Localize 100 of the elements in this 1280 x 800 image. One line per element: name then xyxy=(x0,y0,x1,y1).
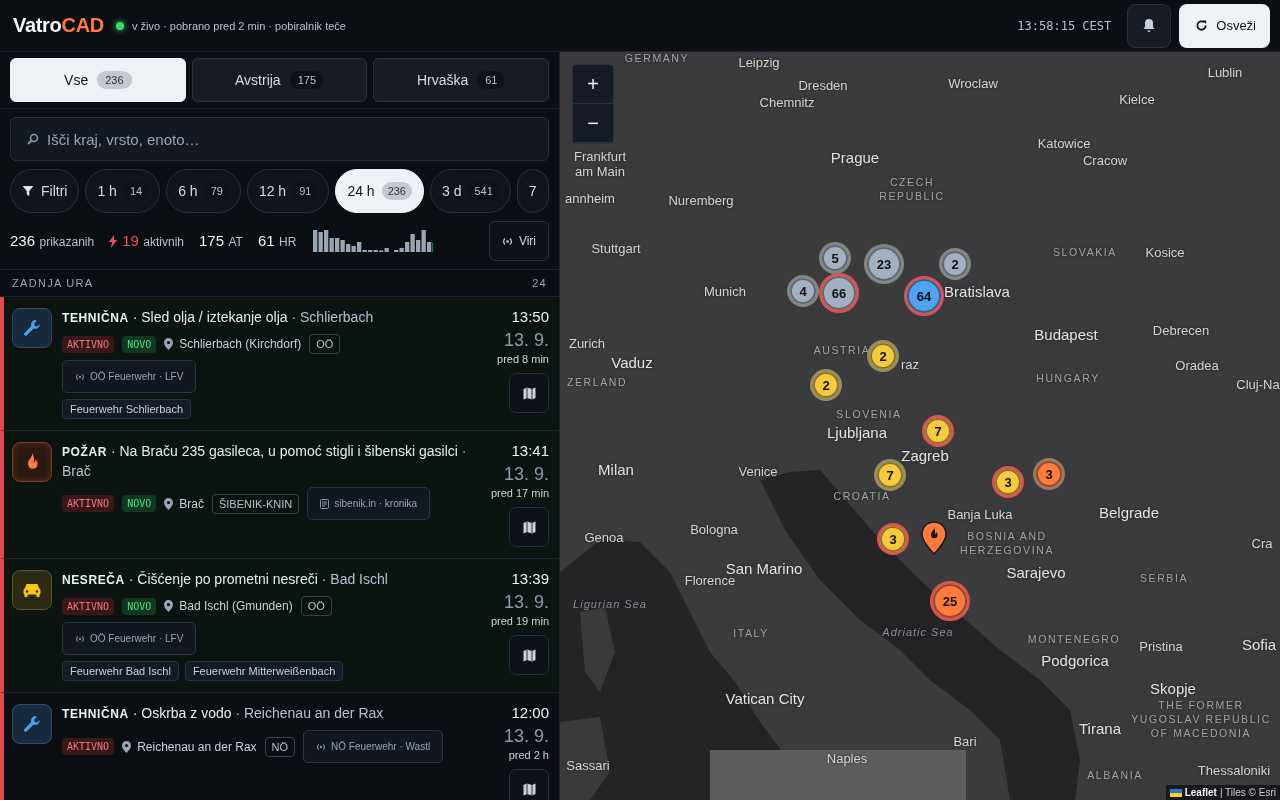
region-tab[interactable]: Hrvaška 61 xyxy=(373,58,549,102)
incident-time: 13:50 xyxy=(511,308,549,325)
incident-location: Bad Ischl (Gmunden) xyxy=(179,599,293,613)
map-label: Cracow xyxy=(1082,152,1128,168)
map-label: Chemnitz xyxy=(759,94,815,110)
region-tag: ŠIBENIK-KNIN xyxy=(211,493,300,514)
time-range-chip[interactable]: 1 h 14 xyxy=(85,169,161,213)
cluster-marker[interactable]: 3 xyxy=(1033,458,1065,490)
filter-button[interactable]: Filtri xyxy=(10,169,80,213)
clock: 13:58:15 CEST xyxy=(1017,18,1112,33)
sources-button[interactable]: Viri xyxy=(488,221,549,261)
source-link[interactable]: sibenik.in · kronika xyxy=(307,487,431,520)
wrench-icon xyxy=(22,714,42,734)
time-range-chip[interactable]: 24 h 236 xyxy=(335,169,424,213)
broadcast-icon xyxy=(316,742,327,751)
status-tag: AKTIVNO xyxy=(62,597,115,615)
stat-readout: 61 HR xyxy=(257,232,297,250)
incident-date: 13. 9. xyxy=(503,592,549,613)
time-range-chip[interactable]: 12 h 91 xyxy=(246,169,330,213)
fire-pin-icon[interactable] xyxy=(921,521,947,555)
map-label: Podgorica xyxy=(1041,651,1109,669)
cluster-marker[interactable]: 64 xyxy=(904,276,944,316)
cluster-marker[interactable]: 7 xyxy=(922,415,954,447)
region-tag: OÖ xyxy=(309,334,341,354)
app-logo: VatroCAD xyxy=(13,14,104,37)
map-view[interactable] xyxy=(560,52,1280,800)
unit-tag: Feuerwehr Bad Ischl xyxy=(62,661,179,681)
incident-card[interactable]: POŽAR · Na Braču 235 gasileca, u pomoć stigli i šibenski gasilci · Brač AKTIVNO NOVO Brač ŠIBENIK-KNIN sibenik.in · kronika 13:41 13. 9. pred 17 min xyxy=(0,431,559,559)
stat-readout: 175 AT xyxy=(199,232,243,250)
map-label: Frankfurt am Main xyxy=(573,149,627,179)
show-on-map-button[interactable] xyxy=(509,373,549,413)
map-label: Bratislava xyxy=(944,282,1010,300)
refresh-button[interactable]: Osveži xyxy=(1179,3,1270,48)
map-label: Naples xyxy=(826,750,868,766)
map-label: SERBIA xyxy=(1139,571,1189,585)
cluster-marker[interactable]: 25 xyxy=(930,581,970,621)
map-label: Stuttgart xyxy=(591,240,641,256)
time-ago: pred 8 min xyxy=(497,353,549,365)
cluster-marker[interactable]: 2 xyxy=(867,340,899,372)
show-on-map-button[interactable] xyxy=(509,635,549,675)
incident-heading: TEHNIČNA · Sled olja / iztekanje olja · Schlierbach xyxy=(62,308,375,327)
status-tag: NOVO xyxy=(122,495,157,512)
map-label: CROATIA xyxy=(833,489,891,503)
cluster-marker[interactable]: 2 xyxy=(810,369,842,401)
attribution-link[interactable]: Leaflet xyxy=(1184,787,1217,798)
document-icon xyxy=(320,498,330,509)
map-label: Bari xyxy=(953,733,977,749)
map-label: Belgrade xyxy=(1099,503,1159,521)
cluster-marker[interactable]: 23 xyxy=(864,244,904,284)
map-label: Katowice xyxy=(1037,135,1091,151)
time-range-chip[interactable]: 6 h 79 xyxy=(166,169,241,213)
status-text: v živo · pobrano pred 2 min · pobiralnik teče xyxy=(131,19,346,32)
incident-card[interactable]: NESREČA · Čišćenje po prometni nesreči · Bad Ischl AKTIVNO NOVO Bad Ischl (Gmunden) OÖ OÖ Feuerwehr · LFV Feuerwehr Bad Ischl Feuerwehr Mitterweißenbach 13:39 13. 9. pred 19 min xyxy=(0,559,559,693)
incident-time: 12:00 xyxy=(511,704,549,721)
cluster-marker[interactable]: 3 xyxy=(992,466,1024,498)
region-tab[interactable]: Avstrija 175 xyxy=(191,58,368,102)
bolt-icon xyxy=(109,234,118,248)
map-icon xyxy=(522,520,536,534)
unit-tag: Feuerwehr Schlierbach xyxy=(62,399,192,419)
map-label: Sofia xyxy=(1241,635,1277,653)
search-field[interactable]: Išči kraj, vrsto, enoto… xyxy=(10,117,549,161)
region-tab[interactable]: Vse 236 xyxy=(10,58,186,102)
section-count: 24 xyxy=(532,277,547,289)
broadcast-icon xyxy=(75,372,85,381)
time-range-chip[interactable]: 3 d 541 xyxy=(430,169,511,213)
unit-tag: Feuerwehr Mitterweißenbach xyxy=(184,661,344,681)
time-range-chip[interactable]: 7 xyxy=(516,169,549,213)
filter-icon xyxy=(22,185,34,197)
map-label: Munich xyxy=(704,283,746,299)
map-label: Milan xyxy=(598,460,634,478)
map-label: BOSNIA AND HERZEGOVINA xyxy=(959,529,1055,557)
source-link[interactable]: OÖ Feuerwehr · LFV xyxy=(62,622,197,655)
car-icon xyxy=(22,582,42,598)
notifications-button[interactable] xyxy=(1127,3,1172,48)
map-label: Oradea xyxy=(1175,357,1219,373)
show-on-map-button[interactable] xyxy=(509,769,549,800)
incident-card[interactable]: TEHNIČNA · Sled olja / iztekanje olja · Schlierbach AKTIVNO NOVO Schlierbach (Kirchdorf) OÖ OÖ Feuerwehr · LFV Feuerwehr Schlierbach 13:50 13. 9. pred 8 min xyxy=(0,297,559,431)
cluster-marker[interactable]: 4 xyxy=(787,275,819,307)
map-label: Lublin xyxy=(1207,64,1243,80)
zoom-in-button[interactable]: + xyxy=(573,65,613,104)
incident-date: 13. 9. xyxy=(503,330,549,351)
map-label: Sassari xyxy=(566,757,610,773)
incident-heading: POŽAR · Na Braču 235 gasileca, u pomoć stigli i šibenski gasilci · Brač xyxy=(62,442,467,481)
cluster-marker[interactable]: 66 xyxy=(819,273,859,313)
map-label: ALBANIA xyxy=(1087,768,1143,782)
incident-location: Schlierbach (Kirchdorf) xyxy=(179,337,302,351)
stat-readout: 19 aktivnih xyxy=(122,232,184,250)
zoom-out-button[interactable]: − xyxy=(573,104,613,143)
location-pin-icon xyxy=(164,600,174,612)
show-on-map-button[interactable] xyxy=(509,507,549,547)
source-link[interactable]: NÖ Feuerwehr · Wastl xyxy=(303,730,444,763)
broadcast-icon xyxy=(75,634,85,643)
cluster-marker[interactable]: 2 xyxy=(939,248,971,280)
source-link[interactable]: OÖ Feuerwehr · LFV xyxy=(62,360,197,393)
map-label: Dresden xyxy=(798,77,848,93)
cluster-marker[interactable]: 3 xyxy=(877,523,909,555)
cluster-marker[interactable]: 5 xyxy=(819,242,851,274)
map-label: Bologna xyxy=(690,521,738,537)
bell-icon xyxy=(1142,18,1157,33)
map-label: Nuremberg xyxy=(668,192,734,208)
